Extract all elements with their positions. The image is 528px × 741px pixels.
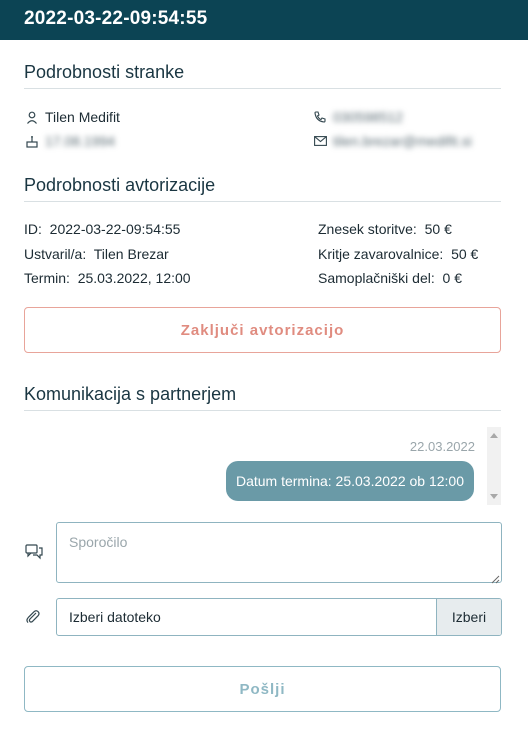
client-phone-row: 030598512 [313,109,403,125]
divider [24,201,501,202]
paperclip-icon [25,609,43,627]
client-birthdate-row: 17.08.1994 [25,133,115,149]
client-phone: 030598512 [333,109,404,125]
auth-id-value: 2022-03-22-09:54:55 [49,221,181,237]
divider [24,410,501,411]
auth-term-value: 25.03.2022, 12:00 [77,270,191,286]
auth-selfpay-label: Samoplačniški del: [318,270,435,286]
mail-icon [313,134,327,148]
auth-amount-row: Znesek storitve: 50 € [318,221,452,237]
client-email-row: tilen.brezar@medifit.si [313,133,472,149]
chat-bubbles-icon [25,544,43,562]
auth-amount-label: Znesek storitve: [318,221,417,237]
message-bubble: Datum termina: 25.03.2022 ob 12:00 [225,461,474,501]
auth-created-value: Tilen Brezar [93,246,169,262]
resize-grip-icon[interactable] [490,571,500,584]
auth-term-label: Termin: [24,270,70,286]
close-authorization-button[interactable]: Zaključi avtorizacijo [24,307,501,353]
communication-section-title: Komunikacija s partnerjem [24,384,237,404]
message-input[interactable] [56,522,502,583]
chat-scrollbar[interactable] [487,427,501,505]
auth-created-row: Ustvaril/a: Tilen Brezar [24,246,169,262]
client-email: tilen.brezar@medifit.si [333,133,472,149]
file-picker[interactable]: Izberi datoteko Izberi [56,598,502,636]
page-title: 2022-03-22-09:54:55 [24,8,208,29]
send-button[interactable]: Pošlji [24,666,501,712]
divider [24,88,501,89]
client-name-row: Tilen Medifit [25,109,120,125]
auth-amount-value: 50 € [424,221,452,237]
scroll-down-arrow-icon[interactable] [490,494,498,499]
client-birthdate: 17.08.1994 [45,133,116,149]
auth-created-label: Ustvaril/a: [24,246,87,262]
message-date: 22.03.2022 [409,439,475,454]
header-bar: 2022-03-22-09:54:55 [0,0,528,40]
authorization-section-title: Podrobnosti avtorizacije [24,175,216,195]
auth-selfpay-row: Samoplačniški del: 0 € [318,270,462,286]
chat-messages[interactable]: 22.03.2022 Datum termina: 25.03.2022 ob … [24,425,501,505]
choose-file-button[interactable]: Izberi [436,599,501,635]
auth-selfpay-value: 0 € [442,270,462,286]
auth-insurance-label: Kritje zavarovalnice: [318,246,444,262]
auth-id-row: ID: 2022-03-22-09:54:55 [24,221,180,237]
scroll-up-arrow-icon[interactable] [490,433,498,438]
cake-icon [25,134,39,148]
client-name: Tilen Medifit [45,109,120,125]
auth-insurance-row: Kritje zavarovalnice: 50 € [318,246,478,262]
file-name-display[interactable]: Izberi datoteko [57,599,436,635]
person-icon [25,110,39,124]
auth-term-row: Termin: 25.03.2022, 12:00 [24,270,191,286]
auth-insurance-value: 50 € [451,246,479,262]
client-section-title: Podrobnosti stranke [24,62,185,82]
auth-id-label: ID: [24,221,42,237]
phone-icon [313,110,327,124]
